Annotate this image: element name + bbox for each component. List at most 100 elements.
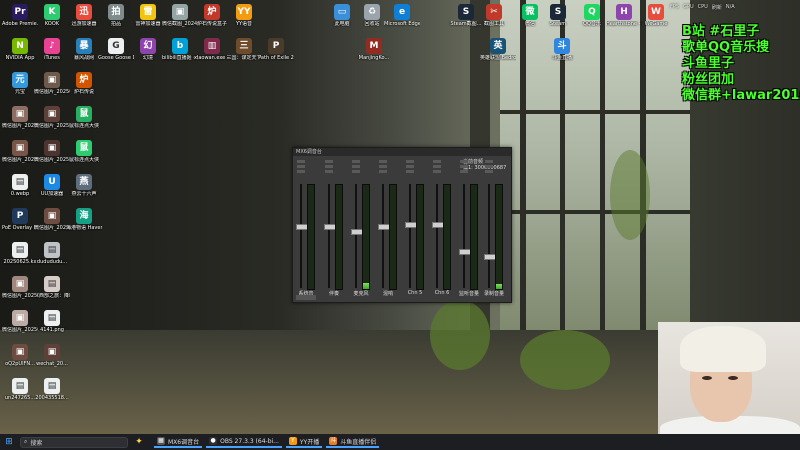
mixer-title[interactable]: MX6调音台 [293,148,511,156]
gpu-label: GPU [683,4,694,10]
desktop-icon-wechat-img3[interactable]: ▣微信图片_2025072... [34,106,70,129]
channel-strip: 监听音量 [458,160,479,298]
channel-toggle-button[interactable] [297,160,305,163]
channel-strip: 系统音 [295,160,315,298]
channel-toggle-button[interactable] [352,170,360,173]
channel-toggle-button[interactable] [485,165,493,168]
desktop-icon-xiaowan[interactable]: ▥xiaowan.exe - 快捷方式 [194,38,230,61]
na-label: N/A [725,4,735,10]
desktop-icon-yy-voice[interactable]: YY YY语音 [226,4,262,27]
channel-toggle-button[interactable] [433,170,441,173]
desktop-icon-oq2pu[interactable]: ▣ oQ2pUIFN... [2,344,38,367]
channel-toggle-button[interactable] [406,170,414,173]
desktop-icon-dianpin[interactable]: 拍拍品 [98,4,134,27]
desktop-icon-wechat-img6[interactable]: ▣微信图片_2025073... [34,208,70,231]
desktop-icon-wechat-img7[interactable]: ▣微信图片_2025062... [2,276,38,299]
desktop-icon-leishen[interactable]: 雷雷神加速器 [130,4,166,27]
desktop-icon-png-4141[interactable]: ▤ 4141.png [34,310,70,333]
desktop-icon-poe2[interactable]: P Path of Exile 2 [258,38,294,61]
channel-toggle-button[interactable] [460,170,468,173]
channel-toggle-button[interactable] [406,165,414,168]
desktop-icon-wechat-3[interactable]: ▣ wechat_20... [34,344,70,367]
poe2-icon: P [268,38,284,54]
channel-toggle-button[interactable] [379,165,387,168]
window-frame [500,210,690,214]
desktop-icon-webp-file[interactable]: ▤ 0.webp [2,174,38,197]
taskbar-app-obs[interactable]: ● OBS 27.3.3 (64-bi... [206,436,282,448]
channel-toggle-button[interactable] [406,160,414,163]
desktop-icon-qqmusic[interactable]: Q QQ音乐 [574,4,610,27]
channel-toggle-button[interactable] [297,165,305,168]
sanguo-icon: 三 [236,38,252,54]
taskbar-app-mx6[interactable]: ▦ MX6调音台 [154,436,203,448]
desktop-icon-mouse-helper[interactable]: 鼠鼠标连点大侠 [66,106,102,129]
channel-toggle-button[interactable] [485,160,493,163]
desktop-icon-screenshot-tool[interactable]: ✂ 截图工具 [476,4,512,27]
desktop-icon-huanjing[interactable]: 幻幻境 [130,38,166,61]
taskbar-app-yy[interactable]: Y YY开播 [285,436,323,448]
mixer-window[interactable]: MX6调音台 当前音频 编1: 3000000687 系统音 伴奏 麦克风 混响 Chn… [292,147,512,303]
desktop-icon-wechat-img8[interactable]: ▣微信图片_2025091... [2,310,38,333]
desktop-icon-wechat-img4[interactable]: ▣微信图片_2025020... [2,140,38,163]
desktop-icon-hearthstone[interactable]: HHearthstone - 快捷方式 [606,4,642,27]
desktop-icon-douyin[interactable]: 斗斗鱼直播 [544,38,580,61]
channel-toggle-button[interactable] [297,170,305,173]
channel-toggle-button[interactable] [485,170,493,173]
desktop-icon-nvidia[interactable]: N NVIDIA App [2,38,38,61]
level-meter [470,184,478,290]
desktop-icon-sanguo[interactable]: 三三国：谋定天下 [226,38,262,61]
desktop-icon-uu-accel[interactable]: U UU加速器 [34,174,70,197]
icon-label: UU加速器 [40,191,64,197]
channel-toggle-button[interactable] [460,165,468,168]
desktop-icon-edge[interactable]: e Microsoft Edge [384,4,420,27]
desktop-icon-kx-file[interactable]: ▤ 20250625.kx [2,242,38,265]
desktop-icon-wechat-shot[interactable]: ▣微信截图_2024071... [162,4,198,27]
desktop-icon-bilibili[interactable]: bbilibili直播姬 - 快捷方式 [162,38,198,61]
taskbar-search[interactable]: ⌕ 搜索 [20,436,128,448]
windows-start-icon[interactable]: ⊞ [2,435,16,449]
wechat-icon: 微 [522,4,538,20]
channel-toggle-button[interactable] [352,165,360,168]
desktop-icon-wegame[interactable]: W WeGame [638,4,674,27]
icon-label: 雷神加速器 [135,21,161,27]
desktop-icon-dudu[interactable]: ▤ dudududu... [34,242,70,265]
desktop-icon-lushi[interactable]: 炉炉石传说 [66,72,102,95]
desktop-icon-un247[interactable]: ▤ un247265... [2,378,38,401]
desktop-icon-hearthstone-box[interactable]: 炉炉石传说盒子 [194,4,230,27]
channel-toggle-button[interactable] [352,160,360,163]
desktop-icon-yingxiong[interactable]: 英英雄联盟 Bedrock... [480,38,516,61]
channel-toggle-button[interactable] [325,170,333,173]
channel-toggle-button[interactable] [379,160,387,163]
channel-toggle-button[interactable] [433,165,441,168]
desktop-icon-adobe-premiere[interactable]: Pr Adobe Premie... [2,4,38,27]
desktop-icon-manjing[interactable]: M ManjingKo... [356,38,392,61]
icon-label: 微信图片_2025020... [2,123,38,129]
taskbar-app-douyu[interactable]: 斗斗鱼直播伴侣 [326,436,380,448]
desktop-icon-wechat-img2[interactable]: ▣微信图片_2025020... [2,106,38,129]
desktop-icon-wechat-img5[interactable]: ▣微信图片_2025072... [34,140,70,163]
channel-toggle-button[interactable] [460,160,468,163]
desktop-icon-kingdom[interactable]: ▤《西部之旅：降临》受光... [34,276,70,299]
desktop-icon-yanyun[interactable]: 燕燕云十六声 [66,174,102,197]
desktop-icon-yuanbao[interactable]: 元元宝 [2,72,38,95]
desktop-icon-xunyou[interactable]: 迅迅游加速器 [66,4,102,27]
desktop-icon-steam[interactable]: S Steam [540,4,576,27]
mixer-footer-button[interactable] [296,295,316,300]
channel-toggle-button[interactable] [325,165,333,168]
desktop-icon-goose[interactable]: GGoose Goose Duck [98,38,134,61]
desktop-icon-file-200[interactable]: ▤ 200435518... [34,378,70,401]
desktop-icon-baofeng[interactable]: 暴暴风战网 [66,38,102,61]
desktop-icon-wechat-img1[interactable]: ▣微信图片_2025072... [34,72,70,95]
channel-toggle-button[interactable] [325,160,333,163]
icon-label: 英雄联盟 Bedrock... [480,55,516,61]
streamer-eye [702,376,712,380]
wechat-img4-icon: ▣ [12,140,28,156]
desktop-icon-poe-overlay[interactable]: PPoE Overlay II Standal... [2,208,38,231]
desktop-icon-havendock[interactable]: 海海港物语 Havendock [66,208,102,231]
desktop-icon-itunes[interactable]: ♪ iTunes [34,38,70,61]
desktop-icon-kook[interactable]: K KOOK [34,4,70,27]
channel-toggle-button[interactable] [433,160,441,163]
channel-toggle-button[interactable] [379,170,387,173]
search-highlight-icon[interactable]: ✦ [128,436,150,448]
desktop-icon-mouse-helper2[interactable]: 鼠鼠标连点大侠 [66,140,102,163]
